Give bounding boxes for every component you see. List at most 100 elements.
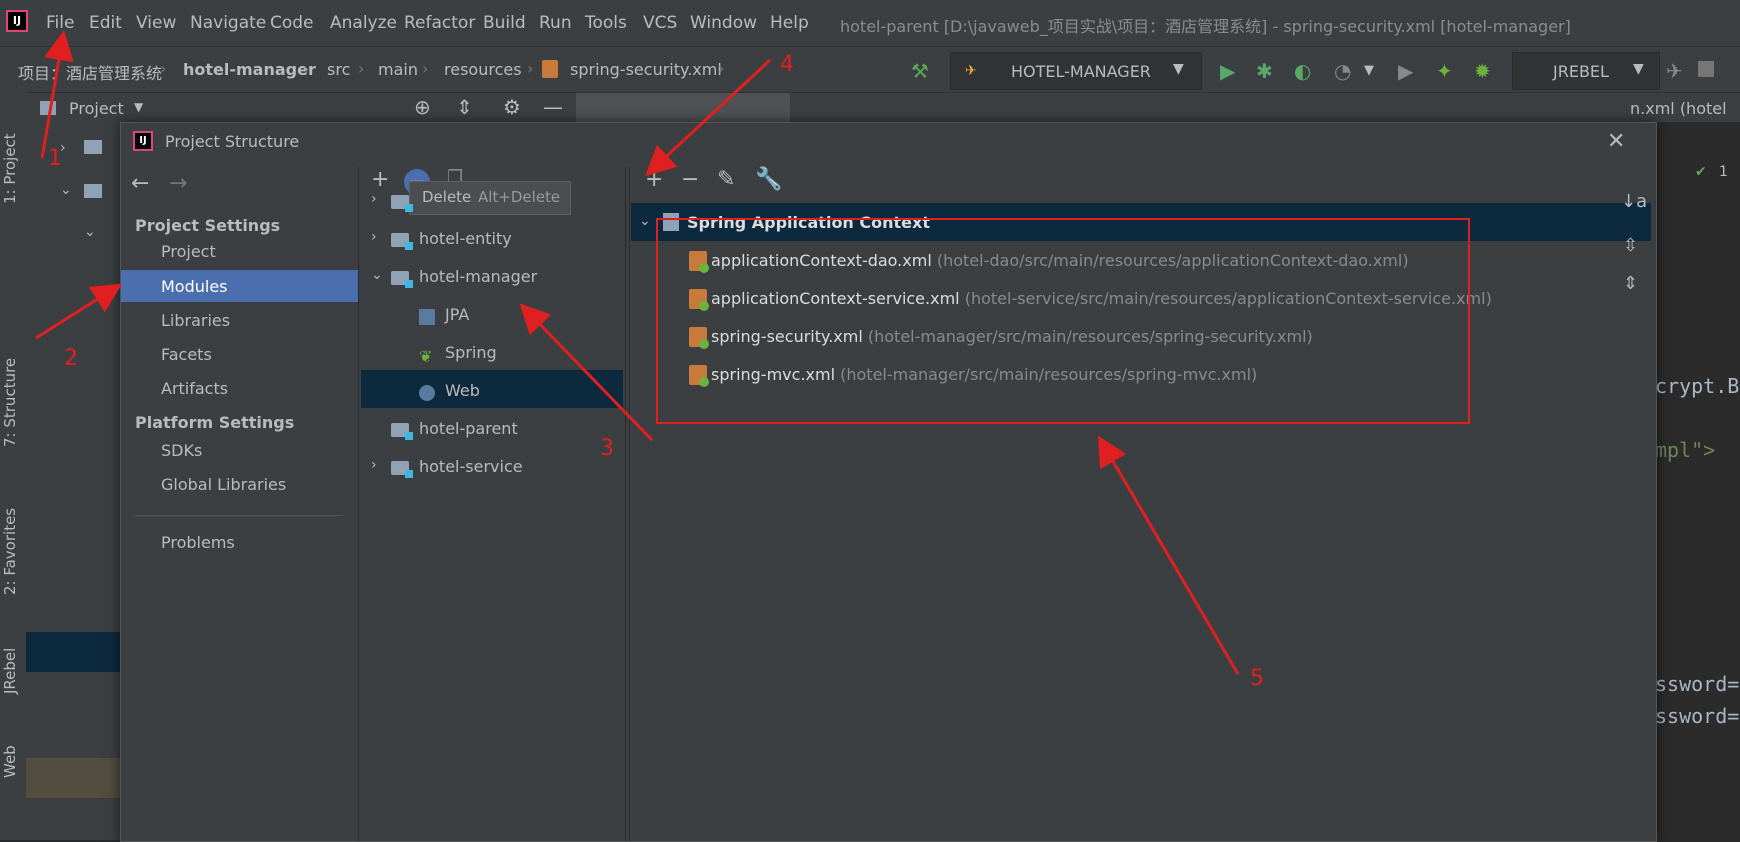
sidebar-item-libraries[interactable]: Libraries [161, 311, 230, 330]
facet-jpa[interactable]: JPA [445, 305, 469, 324]
sidebar-item-project[interactable]: Project [161, 242, 216, 261]
add-context-icon[interactable]: + [645, 167, 663, 192]
code-fragment: crypt.B [1655, 374, 1740, 398]
menu-build[interactable]: Build [483, 13, 526, 33]
remove-context-icon[interactable]: − [681, 167, 699, 192]
annotation-highlight-box [656, 218, 1470, 424]
code-fragment: ssword= [1655, 704, 1740, 728]
section-platform-settings: Platform Settings [135, 413, 295, 432]
module-hotel-parent[interactable]: hotel-parent [419, 419, 518, 438]
code-fragment: mpl"> [1655, 438, 1716, 462]
sidebar-item-sdks[interactable]: SDKs [161, 441, 202, 460]
menu-help[interactable]: Help [770, 13, 809, 33]
gear-icon[interactable]: ⚙ [503, 95, 521, 119]
intellij-logo-icon: IJ [6, 10, 28, 32]
sort-alpha-icon[interactable]: ↓a [1621, 191, 1647, 212]
menu-file[interactable]: File [46, 13, 74, 33]
folder-icon [84, 140, 102, 154]
jrebel-debug-icon[interactable]: ✹ [1474, 59, 1491, 83]
facet-web[interactable]: Web [445, 381, 480, 400]
jrebel-run-icon[interactable]: ✦ [1436, 59, 1453, 83]
column-divider [358, 167, 359, 841]
chevron-right-icon[interactable]: › [371, 191, 377, 207]
chevron-down-icon[interactable]: ⌄ [371, 267, 383, 283]
run-config-label: HOTEL-MANAGER [1011, 62, 1151, 81]
menu-code[interactable]: Code [270, 13, 314, 33]
chevron-right-icon[interactable]: › [371, 229, 377, 245]
debug-bug-icon[interactable]: ✱ [1256, 59, 1273, 83]
coverage-icon[interactable]: ◐ [1294, 59, 1311, 83]
run-icon[interactable]: ▶ [1220, 59, 1235, 83]
editor-tab[interactable]: n.xml (hotel [1630, 99, 1727, 118]
menu-navigate[interactable]: Navigate [190, 13, 266, 33]
breadcrumb-main[interactable]: main [378, 60, 418, 79]
breadcrumb-project[interactable]: 项目：酒店管理系统 [18, 60, 162, 84]
annotation-label-4: 4 [780, 52, 794, 77]
tab-project[interactable]: 1: Project [1, 104, 25, 204]
collapse-all-icon[interactable]: ⇕ [456, 95, 473, 119]
sidebar-item-problems[interactable]: Problems [161, 533, 235, 552]
stop-icon[interactable] [1698, 61, 1714, 77]
sidebar-item-artifacts[interactable]: Artifacts [161, 379, 228, 398]
minimize-icon[interactable]: — [543, 95, 563, 119]
facet-spring[interactable]: Spring [445, 343, 497, 362]
menu-analyze[interactable]: Analyze [330, 13, 397, 33]
close-icon[interactable]: ✕ [1607, 129, 1625, 154]
sidebar-item-facets[interactable]: Facets [161, 345, 212, 364]
breadcrumb-module[interactable]: hotel-manager [183, 60, 316, 79]
menu-run[interactable]: Run [539, 13, 572, 33]
module-hotel-entity[interactable]: hotel-entity [419, 229, 512, 248]
module-folder-icon [391, 461, 413, 478]
add-module-icon[interactable]: + [371, 167, 389, 192]
module-hotel-manager[interactable]: hotel-manager [419, 267, 537, 286]
check-icon: ✔ [1695, 164, 1707, 180]
chevron-right-icon[interactable]: › [371, 457, 377, 473]
run-config-combo[interactable]: ✈ HOTEL-MANAGER ▼ [950, 52, 1202, 90]
edit-pencil-icon[interactable]: ✎ [717, 167, 735, 192]
spring-leaf-icon: ❦ [419, 347, 433, 366]
project-view-icon [40, 101, 56, 115]
menu-view[interactable]: View [136, 13, 176, 33]
breadcrumb-resources[interactable]: resources [444, 60, 522, 79]
sidebar-item-global-libraries[interactable]: Global Libraries [161, 475, 286, 494]
tab-favorites[interactable]: 2: Favorites [1, 485, 25, 595]
jrebel-combo[interactable]: JREBEL ▼ [1512, 52, 1660, 90]
menu-window[interactable]: Window [690, 13, 757, 33]
run-disabled-icon[interactable]: ▶ [1398, 59, 1413, 83]
intellij-logo-icon: IJ [133, 131, 153, 151]
jrebel-label: JREBEL [1553, 62, 1609, 81]
chevron-down-icon[interactable]: ▼ [134, 100, 143, 114]
tab-web[interactable]: Web [1, 728, 25, 778]
breadcrumb-file[interactable]: spring-security.xml [570, 60, 722, 79]
menu-edit[interactable]: Edit [89, 13, 122, 33]
collapse-all-icon[interactable]: ⇕ [1623, 273, 1638, 294]
tab-structure[interactable]: 7: Structure [1, 337, 25, 447]
chevron-down-icon: ⌄ [60, 182, 72, 198]
jrebel-logo-icon[interactable]: ✈ [1666, 59, 1683, 83]
breadcrumb-src[interactable]: src [327, 60, 350, 79]
project-view-title[interactable]: Project [69, 99, 124, 118]
expand-all-icon[interactable]: ⇳ [1623, 235, 1638, 256]
menu-refactor[interactable]: Refactor [404, 13, 475, 33]
menu-tools[interactable]: Tools [585, 13, 627, 33]
annotation-label-1: 1 [48, 146, 62, 171]
module-folder-icon [391, 271, 413, 288]
breadcrumb-separator: › [527, 59, 534, 78]
wrench-icon[interactable]: 🔧 [755, 167, 782, 192]
module-folder-icon [391, 195, 413, 212]
navigation-bar: 项目：酒店管理系统 › hotel-manager › src › main ›… [0, 46, 1740, 93]
chevron-down-icon[interactable]: ⌄ [639, 213, 651, 229]
build-hammer-icon[interactable]: ⚒ [911, 59, 929, 83]
forward-arrow-icon[interactable]: → [169, 171, 187, 196]
module-hotel-service[interactable]: hotel-service [419, 457, 523, 476]
profile-icon[interactable]: ◔ [1334, 59, 1351, 83]
sidebar-item-modules[interactable]: Modules [161, 277, 228, 296]
tab-jrebel[interactable]: JRebel [1, 624, 25, 694]
chevron-down-icon[interactable]: ▼ [1364, 63, 1374, 78]
editor-tab-active[interactable] [576, 93, 790, 123]
back-arrow-icon[interactable]: ← [131, 171, 149, 196]
menu-vcs[interactable]: VCS [643, 13, 677, 33]
column-divider [629, 167, 630, 841]
tree-selection-row [26, 632, 120, 672]
locate-target-icon[interactable]: ⊕ [414, 95, 431, 119]
